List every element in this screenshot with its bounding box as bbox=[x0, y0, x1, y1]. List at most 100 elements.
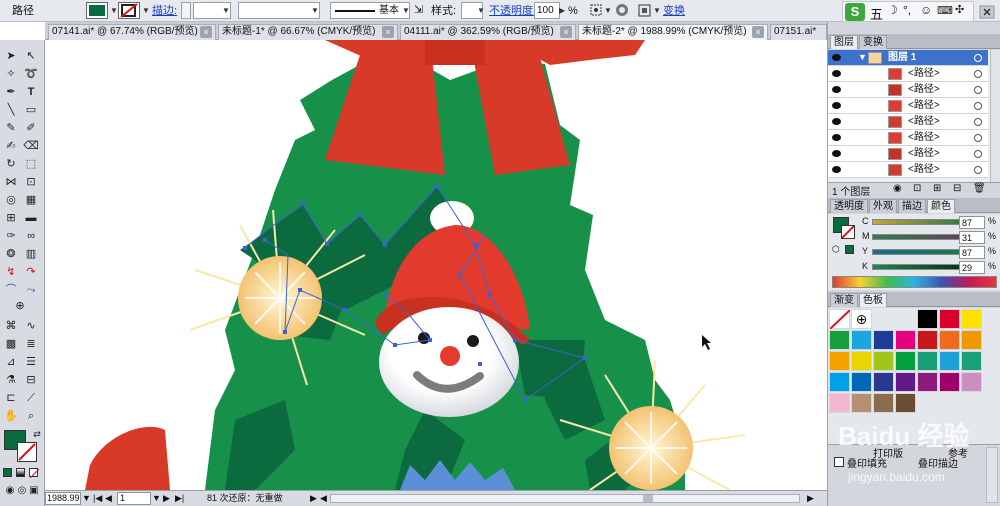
sublayer-row[interactable]: <路径> bbox=[828, 162, 988, 178]
new-layer-icon[interactable]: ⊟ bbox=[953, 183, 961, 194]
sublayer-row[interactable]: <路径> bbox=[828, 82, 988, 98]
rotate-tool-icon[interactable]: ↻ bbox=[3, 156, 19, 172]
artboard-canvas[interactable] bbox=[45, 40, 827, 490]
rectangle-tool-icon[interactable]: ▭ bbox=[23, 102, 39, 118]
shape-builder-tool-icon[interactable]: ◎ bbox=[3, 192, 19, 208]
document-setup-icon[interactable] bbox=[614, 2, 630, 19]
isolate-group-icon[interactable] bbox=[637, 2, 653, 19]
brush-definition-select[interactable]: 基本 bbox=[330, 2, 410, 19]
color-swatch[interactable] bbox=[961, 309, 982, 329]
color-swatch[interactable] bbox=[917, 372, 938, 392]
close-icon[interactable]: × bbox=[560, 26, 572, 38]
clipping-mask-icon[interactable]: ⊡ bbox=[913, 183, 921, 194]
recolor-artwork-icon[interactable] bbox=[588, 2, 604, 19]
channel-value-input[interactable]: 29 bbox=[959, 261, 985, 274]
target-circle-icon[interactable] bbox=[974, 134, 982, 142]
bar-graph-tool-icon[interactable]: ☰ bbox=[23, 354, 39, 370]
zoom-level-input[interactable]: 1988.99 bbox=[45, 492, 81, 505]
convert-anchor-tool-icon[interactable]: ↷ bbox=[23, 264, 39, 280]
visibility-eye-icon[interactable] bbox=[832, 86, 841, 93]
visibility-eye-icon[interactable] bbox=[832, 102, 841, 109]
doc-tab-2[interactable]: 未标题-1* @ 66.67% (CMYK/预览) × bbox=[218, 24, 398, 40]
opacity-input[interactable]: 100 bbox=[534, 2, 560, 19]
window-close-icon[interactable] bbox=[979, 5, 995, 19]
scroll-left-arrow[interactable]: ◀ bbox=[320, 492, 327, 505]
doc-tab-1[interactable]: 07141.ai* @ 67.74% (RGB/预览) × bbox=[48, 24, 216, 40]
tab-transparency[interactable]: 透明度 bbox=[830, 199, 868, 213]
artboard-tool-icon[interactable]: ⊏ bbox=[3, 390, 19, 406]
zoom-dropdown[interactable]: ▼ bbox=[82, 492, 91, 505]
stroke-link[interactable]: 描边: bbox=[152, 2, 177, 20]
none-swatch[interactable] bbox=[829, 309, 851, 330]
selection-tool-icon[interactable]: ➤ bbox=[3, 48, 19, 64]
color-swatch[interactable] bbox=[961, 330, 982, 350]
opacity-dropdown[interactable]: ▶ bbox=[559, 2, 565, 19]
line-tool-icon[interactable]: ╲ bbox=[3, 102, 19, 118]
moon-icon[interactable]: ☽ bbox=[887, 3, 898, 17]
stroke-weight-dropdown[interactable]: ▼ bbox=[222, 2, 230, 19]
close-icon[interactable]: × bbox=[200, 26, 212, 38]
color-swatch[interactable] bbox=[829, 372, 850, 392]
stroke-swatch[interactable] bbox=[17, 442, 37, 462]
color-swatch[interactable] bbox=[873, 351, 894, 371]
zoom-tool-icon[interactable]: ⌕ bbox=[23, 408, 39, 424]
target-circle-icon[interactable] bbox=[974, 166, 982, 174]
sublayer-row[interactable]: <路径> bbox=[828, 146, 988, 162]
layer-row-main[interactable]: ▼ 图层 1 bbox=[828, 50, 988, 66]
scroll-right-arrow[interactable]: ▶ bbox=[807, 492, 814, 505]
pencil-tool-icon[interactable]: ✐ bbox=[23, 120, 39, 136]
doc-tab-3[interactable]: 04111.ai* @ 362.59% (RGB/预览) × bbox=[400, 24, 576, 40]
slice-tool-icon[interactable]: ⊿ bbox=[3, 354, 19, 370]
tab-swatches[interactable]: 色板 bbox=[859, 293, 887, 307]
swap-fill-stroke-icon[interactable]: ⇄ bbox=[29, 426, 45, 442]
delete-layer-icon[interactable]: 🗑 bbox=[973, 183, 986, 194]
color-swatch[interactable] bbox=[939, 372, 960, 392]
visibility-eye-icon[interactable] bbox=[832, 70, 841, 77]
twirl-tool-icon[interactable]: ∿ bbox=[23, 318, 39, 334]
doc-tab-5[interactable]: 07151.ai* bbox=[770, 24, 827, 40]
close-icon[interactable]: × bbox=[752, 26, 764, 38]
artboard-number-input[interactable]: 1 bbox=[117, 492, 151, 505]
transform-link[interactable]: 变换 bbox=[663, 2, 685, 20]
blob-brush-tool-icon[interactable]: ✍ bbox=[3, 138, 19, 154]
status-menu-arrow[interactable]: ▶ bbox=[310, 492, 317, 505]
color-swatch[interactable] bbox=[917, 309, 938, 329]
tab-color[interactable]: 颜色 bbox=[927, 199, 955, 213]
color-swatch[interactable] bbox=[873, 330, 894, 350]
pen-tool-icon[interactable]: ✒ bbox=[3, 84, 19, 100]
color-swatch[interactable] bbox=[961, 351, 982, 371]
new-sublayer-icon[interactable]: ⊞ bbox=[933, 183, 941, 194]
color-swatch[interactable] bbox=[851, 372, 872, 392]
color-swatch[interactable] bbox=[873, 393, 894, 413]
visibility-eye-icon[interactable] bbox=[832, 150, 841, 157]
artboard-dropdown[interactable]: ▼ bbox=[152, 492, 161, 505]
close-icon[interactable]: × bbox=[382, 26, 394, 38]
tab-transform[interactable]: 变换 bbox=[859, 35, 887, 49]
tab-layers[interactable]: 图层 bbox=[830, 35, 858, 49]
lasso-tool-icon[interactable]: ➰ bbox=[23, 66, 39, 82]
scrollbar-thumb[interactable] bbox=[643, 495, 653, 502]
fill-color-button[interactable] bbox=[86, 2, 108, 19]
scale-tool-icon[interactable]: ⬚ bbox=[23, 156, 39, 172]
tab-stroke[interactable]: 描边 bbox=[898, 199, 926, 213]
gradient-tool-icon[interactable]: ▬ bbox=[23, 210, 39, 226]
width-tool-icon[interactable]: ⋈ bbox=[3, 174, 19, 190]
color-swatch[interactable] bbox=[895, 372, 916, 392]
screen-mode-icon[interactable]: ▣ bbox=[26, 483, 42, 499]
sublayer-row[interactable]: <路径> bbox=[828, 66, 988, 82]
sublayer-row[interactable]: <路径> bbox=[828, 130, 988, 146]
stroke-color-button[interactable] bbox=[118, 2, 140, 19]
channel-value-input[interactable]: 87 bbox=[959, 216, 985, 229]
tools-icon[interactable]: ✣ bbox=[955, 3, 964, 16]
tab-gradient[interactable]: 渐变 bbox=[830, 293, 858, 307]
color-swatch[interactable] bbox=[917, 330, 938, 350]
visibility-eye-icon[interactable] bbox=[832, 134, 841, 141]
none-mode-button[interactable] bbox=[29, 468, 40, 479]
ime-mode-label[interactable]: 五 bbox=[870, 4, 883, 23]
crosshair-tool-icon[interactable]: ⊕ bbox=[12, 298, 28, 314]
last-artboard-button[interactable]: ▶| bbox=[175, 492, 184, 505]
warp-tool-icon[interactable]: ⌘ bbox=[3, 318, 19, 334]
profile-dropdown[interactable]: ▼ bbox=[311, 2, 319, 19]
color-swatch[interactable] bbox=[829, 393, 850, 413]
registration-swatch-icon[interactable]: ⊕ bbox=[851, 309, 872, 329]
